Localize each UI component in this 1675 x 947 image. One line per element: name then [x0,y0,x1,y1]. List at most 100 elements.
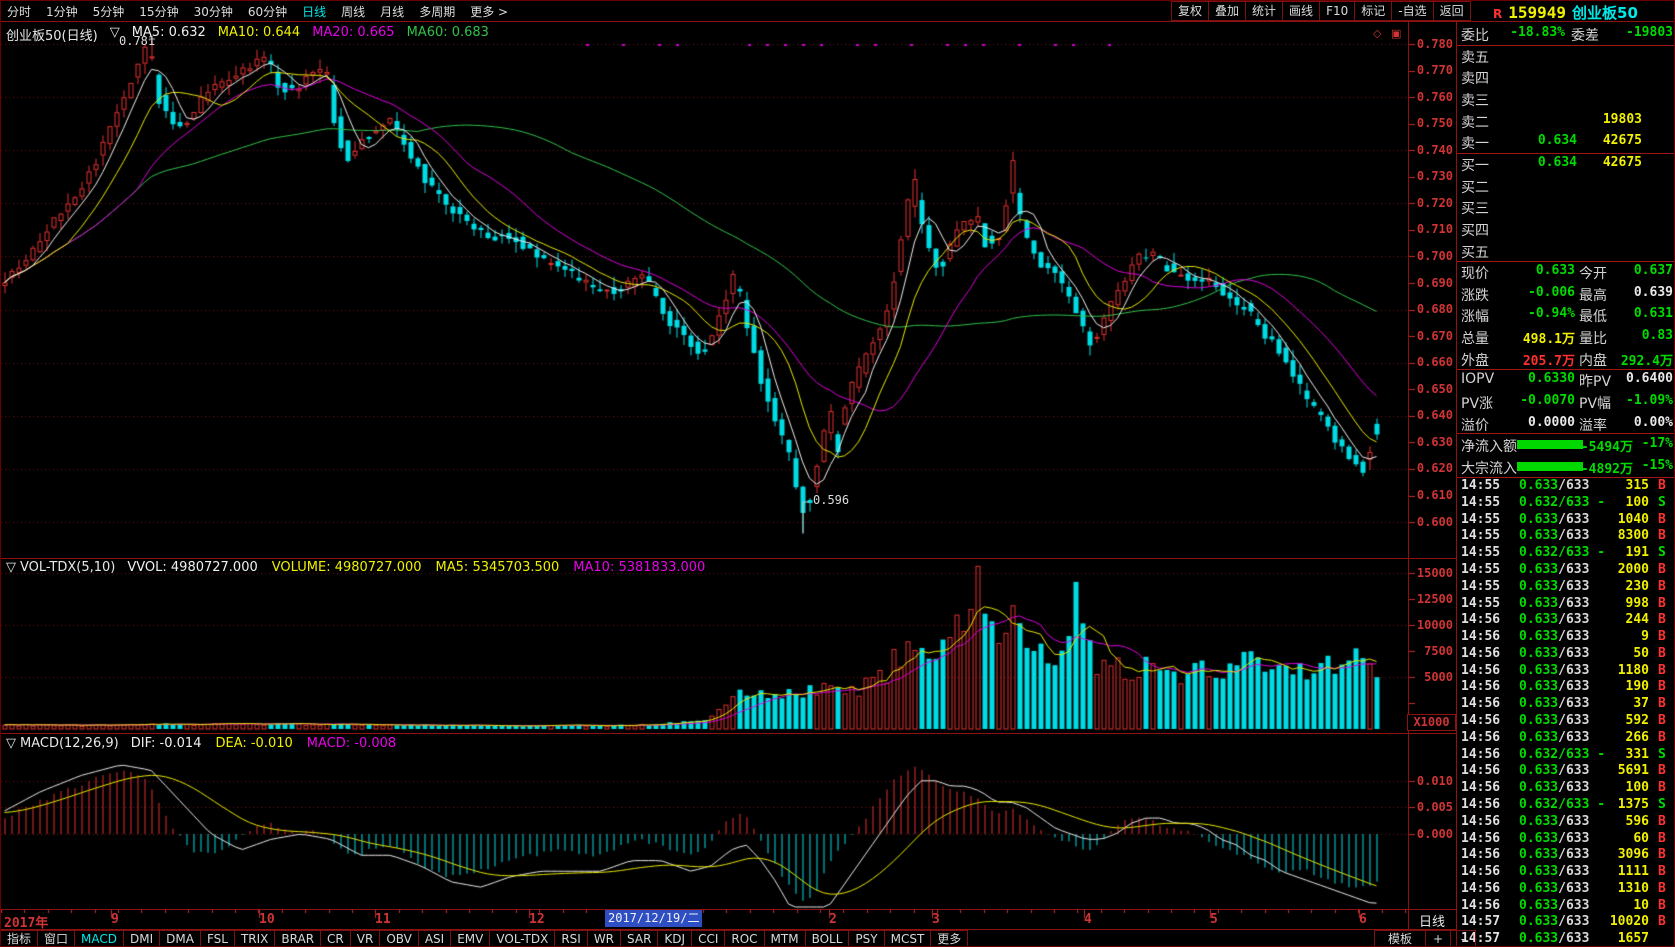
bid-label: 买一 [1461,155,1489,175]
selected-date-badge[interactable]: 2017/12/19/二 [605,910,702,927]
template-button-模板[interactable]: 模板 [1374,930,1426,947]
tick-row: 14:560.633/633244B [1457,612,1675,628]
period-tab-月线[interactable]: 月线 [380,3,404,20]
period-tab-30分钟[interactable]: 30分钟 [194,3,233,20]
quote-label: 现价 [1461,263,1489,283]
ask-volume: 42675 [1582,133,1642,148]
tick-time: 14:55 [1461,579,1500,594]
quote-value: 292.4万 [1603,350,1673,369]
tick-time: 14:55 [1461,562,1500,577]
toolbar-button-统计[interactable]: 统计 [1245,1,1283,21]
tick-time: 14:56 [1461,663,1500,678]
tick-side: B [1658,881,1666,896]
indicator-tab-OBV[interactable]: OBV [379,930,419,947]
period-tab-日线[interactable]: 日线 [302,3,326,20]
collapse-triangle-icon[interactable]: ▽ [6,736,16,751]
period-tab-60分钟[interactable]: 60分钟 [248,3,287,20]
indicator-tab-VR[interactable]: VR [350,930,381,947]
tick-side: B [1658,663,1666,678]
ask-row[interactable]: 卖三 [1457,88,1675,109]
indicator-tab-TRIX[interactable]: TRIX [234,930,275,947]
ask-label: 卖二 [1461,112,1489,132]
ask-row[interactable]: 卖四 [1457,66,1675,87]
ask-row[interactable]: 卖二 19803 [1457,110,1675,131]
bid-row[interactable]: 买二 [1457,175,1675,196]
tick-price-main: 0.633 [1519,763,1558,778]
tick-price-main: 0.633 [1519,528,1558,543]
indicator-tab-VOL-TDX[interactable]: VOL-TDX [489,930,555,947]
quote-row: 外盘205.7万内盘292.4万 [1457,348,1675,369]
indicator-tab-RSI[interactable]: RSI [554,930,588,947]
bid-row[interactable]: 买五 [1457,240,1675,261]
indicator-tab-CR[interactable]: CR [320,930,351,947]
template-button-+[interactable]: + [1425,930,1451,947]
period-tab-分时[interactable]: 分时 [7,3,31,20]
indicator-tab-DMI[interactable]: DMI [123,930,160,947]
indicator-tab-FSL[interactable]: FSL [200,930,235,947]
toolbar-button--自选[interactable]: -自选 [1391,1,1433,21]
window-split-icon[interactable]: ▣ [1391,28,1401,39]
tick-row: 14:550.633/6338300B [1457,528,1675,544]
tick-time: 14:55 [1461,545,1500,560]
indicator-tab-ROC[interactable]: ROC [724,930,764,947]
tick-volume: 37 [1577,696,1649,711]
indicator-tab-KDJ[interactable]: KDJ [657,930,692,947]
indicator-tab-更多[interactable]: 更多 [930,930,968,947]
indicator-tab-CCI[interactable]: CCI [691,930,725,947]
price-axis-label: 0.680 [1407,302,1453,316]
bid-row[interactable]: 买一0.63442675 [1457,153,1675,174]
low-annotation: 0.596 [813,493,849,507]
price-axis-label: 0.610 [1407,488,1453,502]
toolbar-button-复权[interactable]: 复权 [1171,1,1209,21]
toolbar-button-F10[interactable]: F10 [1319,1,1355,21]
indicator-tab-MACD[interactable]: MACD [74,930,124,947]
tick-side: B [1658,562,1666,577]
indicator-tab-WR[interactable]: WR [587,930,621,947]
indicator-tab-MCST[interactable]: MCST [884,930,932,947]
quote-value: -0.94% [1501,306,1575,321]
indicator-tab-BOLL[interactable]: BOLL [805,930,850,947]
bid-row[interactable]: 买三 [1457,196,1675,217]
indicator-tab-PSY[interactable]: PSY [848,930,884,947]
template-button--[interactable]: - [1450,930,1476,947]
macd-legend-item: MACD: -0.008 [307,736,396,751]
indicator-tab-SAR[interactable]: SAR [620,930,658,947]
indicator-tab-EMV[interactable]: EMV [450,930,490,947]
panel-separator [1457,477,1675,478]
price-axis-label: 0.760 [1407,90,1453,104]
volume-axis-label: 12500 [1407,592,1453,606]
indicator-tab-MTM[interactable]: MTM [764,930,806,947]
ask-row[interactable]: 卖一0.63442675 [1457,131,1675,152]
indicator-tab-DMA[interactable]: DMA [159,930,201,947]
volume-axis-label: 5000 [1407,670,1453,684]
period-tab-多周期[interactable]: 多周期 [419,3,455,20]
tick-row: 14:560.633/633100B [1457,780,1675,796]
period-tab-更多 >[interactable]: 更多 > [470,3,508,20]
tick-side: S [1658,495,1666,510]
bid-row[interactable]: 买四 [1457,218,1675,239]
indicator-tab-ASI[interactable]: ASI [418,930,451,947]
indicator-tab-窗口[interactable]: 窗口 [37,930,75,947]
diamond-marker-icon[interactable]: ◇ [1373,28,1381,39]
toolbar-button-返回[interactable]: 返回 [1433,1,1471,21]
indicator-tab-bar: 指标窗口MACDDMIDMAFSLTRIXBRARCRVROBVASIEMVVO… [1,930,1456,947]
ask-volume: 19803 [1582,112,1642,127]
quote-label: IOPV [1461,371,1494,387]
tick-time: 14:55 [1461,512,1500,527]
indicator-tab-指标[interactable]: 指标 [0,930,38,947]
price-axis-label: 0.670 [1407,329,1453,343]
toolbar-button-画线[interactable]: 画线 [1282,1,1320,21]
quote-label: 涨跌 [1461,285,1489,305]
period-tab-1分钟[interactable]: 1分钟 [46,3,78,20]
period-tab-15分钟[interactable]: 15分钟 [139,3,178,20]
period-tab-5分钟[interactable]: 5分钟 [93,3,125,20]
toolbar-button-叠加[interactable]: 叠加 [1208,1,1246,21]
tick-side: B [1658,629,1666,644]
period-tab-周线[interactable]: 周线 [341,3,365,20]
indicator-tab-BRAR[interactable]: BRAR [274,930,321,947]
tick-side: S [1658,747,1666,762]
collapse-triangle-icon[interactable]: ▽ [6,560,16,575]
toolbar-button-标记[interactable]: 标记 [1354,1,1392,21]
ask-row[interactable]: 卖五 [1457,45,1675,66]
tick-row: 14:550.633/6332000B [1457,562,1675,578]
